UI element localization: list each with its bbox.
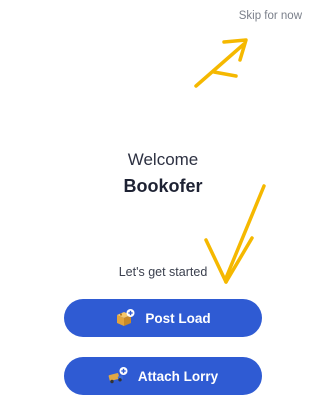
get-started-text: Let's get started bbox=[118, 265, 208, 279]
post-load-button[interactable]: Post Load bbox=[64, 299, 262, 337]
box-plus-icon bbox=[115, 309, 135, 327]
attach-lorry-button[interactable]: Attach Lorry bbox=[64, 357, 262, 395]
top-arrow-shaft bbox=[194, 42, 246, 88]
user-name: Bookofer bbox=[123, 176, 203, 196]
top-arrow-head bbox=[222, 38, 248, 62]
skip-for-now-link[interactable]: Skip for now bbox=[239, 10, 302, 22]
top-arrow-tail bbox=[212, 70, 238, 78]
post-load-label: Post Load bbox=[145, 310, 211, 326]
truck-plus-icon bbox=[108, 367, 128, 385]
welcome-text: Welcome bbox=[127, 150, 199, 169]
annotation-arrows bbox=[194, 38, 266, 284]
attach-lorry-label: Attach Lorry bbox=[137, 368, 219, 384]
